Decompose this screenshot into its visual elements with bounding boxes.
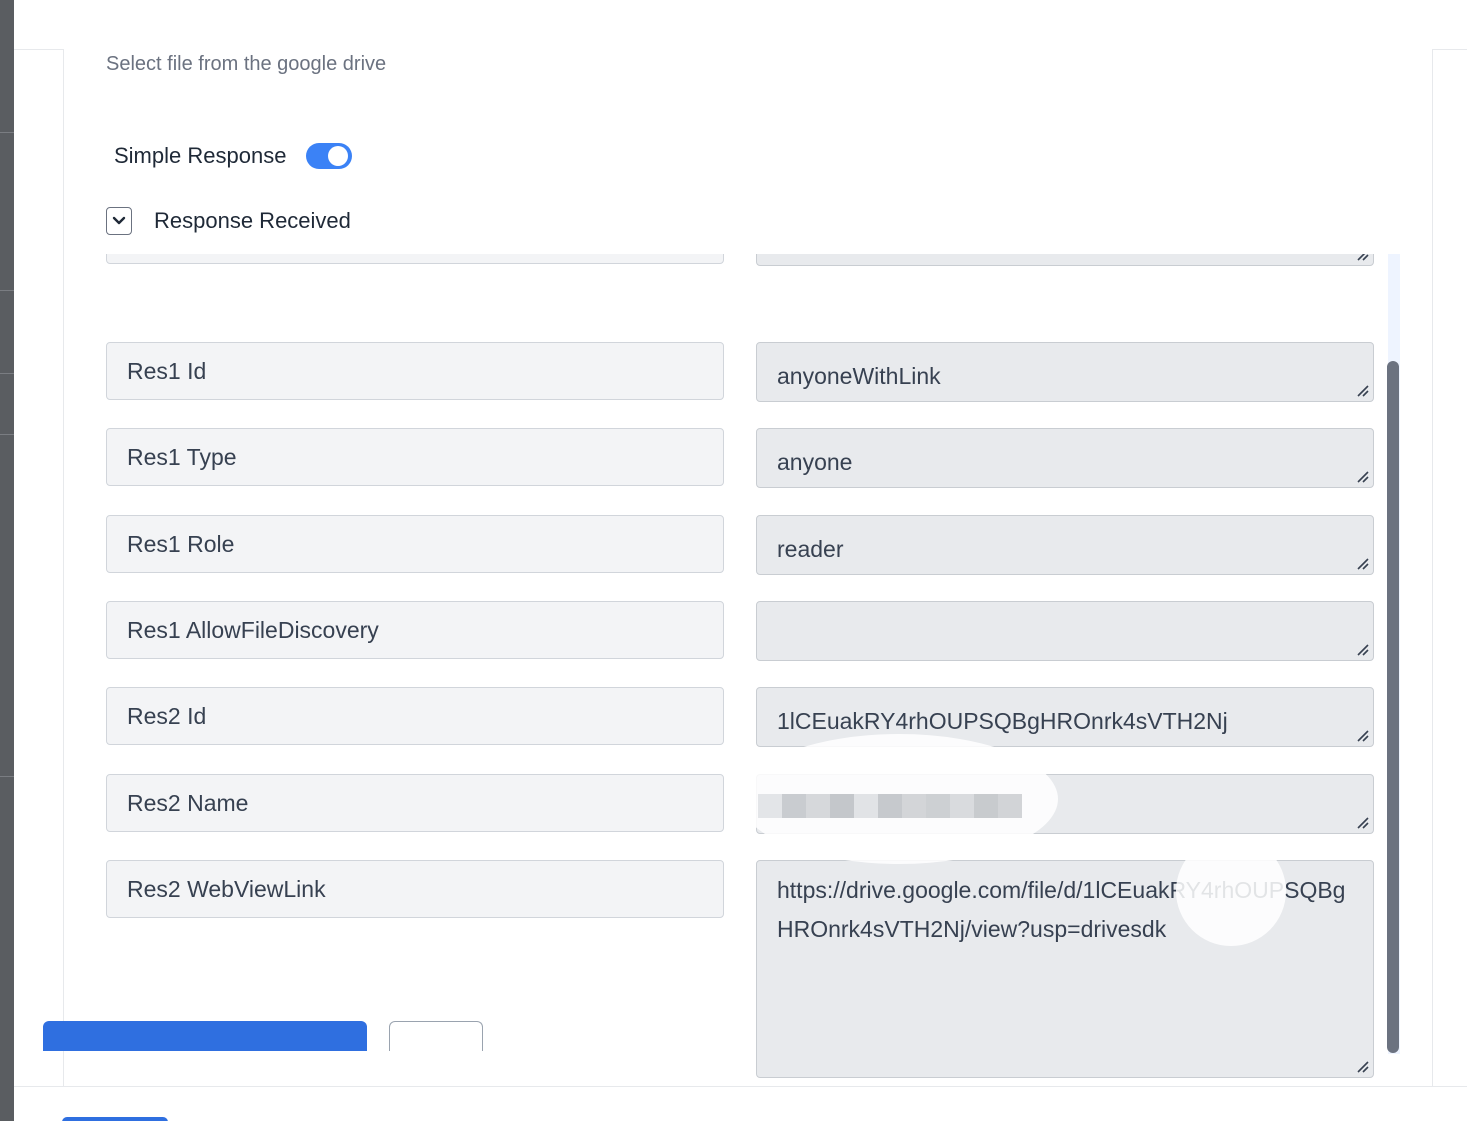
simple-response-toggle[interactable]	[306, 143, 353, 169]
field-value-partial[interactable]	[756, 254, 1374, 266]
redaction-pixels	[758, 794, 1022, 818]
field-value[interactable]	[756, 601, 1374, 661]
resize-grip-icon[interactable]	[1355, 469, 1369, 483]
backdrop-strip	[0, 0, 14, 1121]
resize-grip-icon[interactable]	[1355, 815, 1369, 829]
field-key-text: Res1 AllowFileDiscovery	[127, 616, 379, 643]
field-value[interactable]: anyoneWithLink	[756, 342, 1374, 402]
redaction-blur	[1176, 836, 1286, 946]
simple-response-row: Simple Response	[114, 143, 353, 169]
footer-primary-button[interactable]	[62, 1117, 168, 1121]
chevron-down-icon	[112, 216, 126, 225]
field-key: Res1 AllowFileDiscovery	[106, 601, 724, 659]
field-key: Res2 Id	[106, 687, 724, 745]
resize-grip-icon[interactable]	[1355, 1059, 1369, 1073]
field-value[interactable]: reader	[756, 515, 1374, 575]
field-key-text: Res1 Id	[127, 357, 207, 384]
field-key-text: Res2 Id	[127, 702, 207, 729]
field-key-text: Res1 Role	[127, 530, 235, 557]
resize-grip-icon[interactable]	[1355, 254, 1369, 261]
field-value-text: reader	[777, 536, 844, 562]
field-value[interactable]: anyone	[756, 428, 1374, 488]
simple-response-label: Simple Response	[114, 143, 287, 168]
response-received-collapse-button[interactable]	[106, 207, 132, 235]
field-key-text: Res1 Type	[127, 443, 237, 470]
resize-grip-icon[interactable]	[1355, 728, 1369, 742]
response-fields-list[interactable]: Res1 Id anyoneWithLink Res1 Type anyone …	[64, 254, 1432, 1087]
resize-grip-icon[interactable]	[1355, 556, 1369, 570]
response-received-label: Response Received	[154, 208, 351, 233]
modal-footer	[14, 1086, 1467, 1121]
response-received-header: Response Received	[106, 207, 351, 235]
field-key: Res1 Type	[106, 428, 724, 486]
field-key: Res2 WebViewLink	[106, 860, 724, 918]
resize-grip-icon[interactable]	[1355, 642, 1369, 656]
primary-action-button[interactable]	[43, 1021, 367, 1051]
field-value-text: anyone	[777, 449, 853, 475]
field-key: Res1 Id	[106, 342, 724, 400]
secondary-action-button[interactable]	[389, 1021, 483, 1051]
modal-header	[14, 0, 1467, 50]
page: Select file from the google drive Simple…	[0, 0, 1467, 1121]
field-key: Res1 Role	[106, 515, 724, 573]
field-key-partial	[106, 254, 724, 264]
field-value-text: 1lCEuakRY4rhOUPSQBgHROnrk4sVTH2Nj	[777, 708, 1228, 734]
field-key-text: Res2 WebViewLink	[127, 875, 326, 902]
field-key: Res2 Name	[106, 774, 724, 832]
field-key-text: Res2 Name	[127, 789, 249, 816]
scrollbar-thumb[interactable]	[1387, 361, 1399, 1053]
drive-action-panel: Select file from the google drive Simple…	[63, 49, 1433, 1087]
resize-grip-icon[interactable]	[1355, 383, 1369, 397]
toggle-knob	[328, 146, 349, 166]
field-value-text: anyoneWithLink	[777, 363, 941, 389]
panel-hint: Select file from the google drive	[106, 53, 387, 75]
